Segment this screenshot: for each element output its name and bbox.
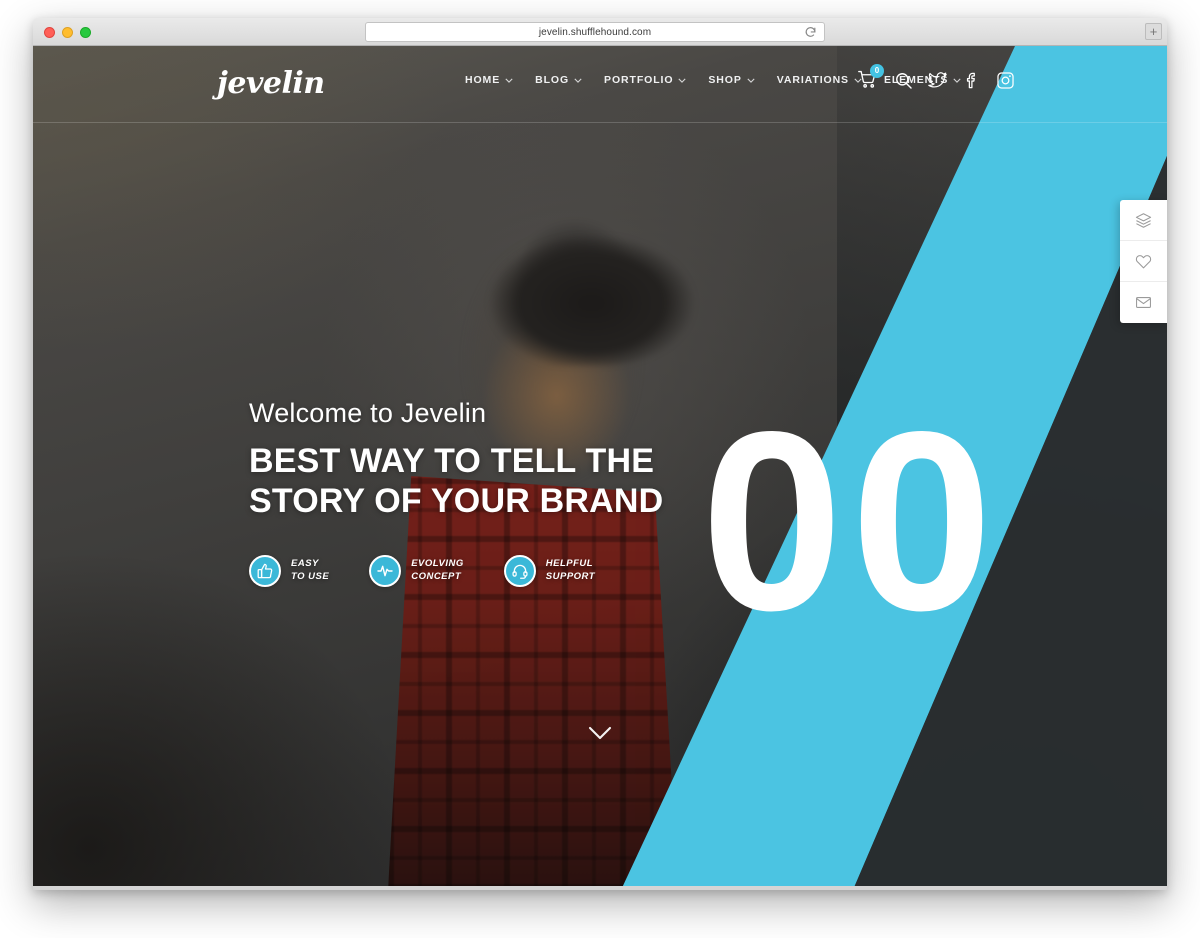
envelope-icon <box>1135 294 1152 311</box>
feature-label-line-1: EASY <box>291 558 319 570</box>
thumbs-up-icon <box>249 555 281 588</box>
site-logo[interactable]: jevelin <box>217 66 325 101</box>
page-viewport: 00 jevelin HOME BLOG PORTFOLIO SHOP VARI… <box>33 46 1167 890</box>
maximize-window-button[interactable] <box>80 27 91 38</box>
close-window-button[interactable] <box>44 27 55 38</box>
site-header: jevelin HOME BLOG PORTFOLIO SHOP VARIATI… <box>33 46 1167 122</box>
nav-label: VARIATIONS <box>776 74 849 86</box>
headset-icon <box>503 555 536 588</box>
hero-title: BEST WAY TO TELL THE STORY OF YOUR BRAND <box>249 441 663 521</box>
browser-window: jevelin.shufflehound.com + 00 jevelin HO… <box>33 18 1167 890</box>
feature-label: EVOLVING CONCEPT <box>411 558 464 584</box>
twitter-icon[interactable] <box>928 71 947 90</box>
reload-icon[interactable] <box>804 26 817 39</box>
feature-label-line-2: SUPPORT <box>545 571 596 583</box>
url-text: jevelin.shufflehound.com <box>538 26 652 38</box>
feature-label-line-2: TO USE <box>291 571 330 583</box>
hero-title-line-1: BEST WAY TO TELL THE <box>249 442 655 480</box>
hero-feature-list: EASY TO USE EVOLVING CONCEPT HELPFUL SUP… <box>249 555 663 588</box>
cart-count-badge: 0 <box>870 64 884 78</box>
side-panel <box>1120 200 1167 323</box>
hero-content: Welcome to Jevelin BEST WAY TO TELL THE … <box>249 398 663 588</box>
feature-label-line-2: CONCEPT <box>411 571 462 583</box>
feature-helpful-support[interactable]: HELPFUL SUPPORT <box>503 555 595 588</box>
nav-item-blog[interactable]: BLOG <box>535 74 582 86</box>
chevron-down-icon <box>574 78 582 83</box>
nav-label: HOME <box>465 74 501 86</box>
hero-eyebrow: Welcome to Jevelin <box>249 398 487 428</box>
new-tab-button[interactable]: + <box>1145 23 1162 40</box>
address-bar[interactable]: jevelin.shufflehound.com <box>365 22 825 42</box>
browser-titlebar: jevelin.shufflehound.com + <box>33 18 1167 46</box>
side-panel-contact-button[interactable] <box>1120 282 1167 323</box>
feature-label: EASY TO USE <box>291 558 329 584</box>
side-panel-favorites-button[interactable] <box>1120 241 1167 282</box>
hero-big-number: 00 <box>701 379 1001 664</box>
chevron-down-icon <box>747 78 755 83</box>
layers-icon <box>1135 212 1152 229</box>
feature-easy-to-use[interactable]: EASY TO USE <box>249 555 329 588</box>
minimize-window-button[interactable] <box>62 27 73 38</box>
facebook-icon[interactable] <box>962 71 981 90</box>
nav-item-home[interactable]: HOME <box>465 74 513 86</box>
nav-label: SHOP <box>708 74 742 86</box>
feature-label-line-1: HELPFUL <box>545 558 594 570</box>
nav-label: PORTFOLIO <box>604 74 674 86</box>
feature-label-line-1: EVOLVING <box>411 558 464 570</box>
chevron-down-icon <box>505 78 513 83</box>
header-divider <box>33 122 1167 123</box>
search-icon[interactable] <box>894 71 913 90</box>
photo-subject-hat <box>465 226 695 366</box>
chevron-down-icon <box>678 78 687 83</box>
hero-title-line-2: STORY OF YOUR BRAND <box>249 482 664 521</box>
activity-pulse-icon <box>369 555 402 588</box>
nav-item-portfolio[interactable]: PORTFOLIO <box>604 74 687 86</box>
feature-label: HELPFUL SUPPORT <box>546 558 595 584</box>
side-panel-layers-button[interactable] <box>1120 200 1167 241</box>
nav-label: BLOG <box>535 74 570 86</box>
cart-button[interactable]: 0 <box>858 64 884 91</box>
scroll-down-chevron-icon[interactable] <box>586 724 614 742</box>
instagram-icon[interactable] <box>996 71 1015 90</box>
header-tools: 0 <box>858 64 1015 91</box>
nav-item-variations[interactable]: VARIATIONS <box>777 74 862 86</box>
heart-icon <box>1135 253 1152 270</box>
page-bottom-edge <box>33 886 1167 890</box>
nav-item-shop[interactable]: SHOP <box>708 74 755 86</box>
feature-evolving-concept[interactable]: EVOLVING CONCEPT <box>369 555 464 588</box>
window-controls <box>44 27 91 38</box>
